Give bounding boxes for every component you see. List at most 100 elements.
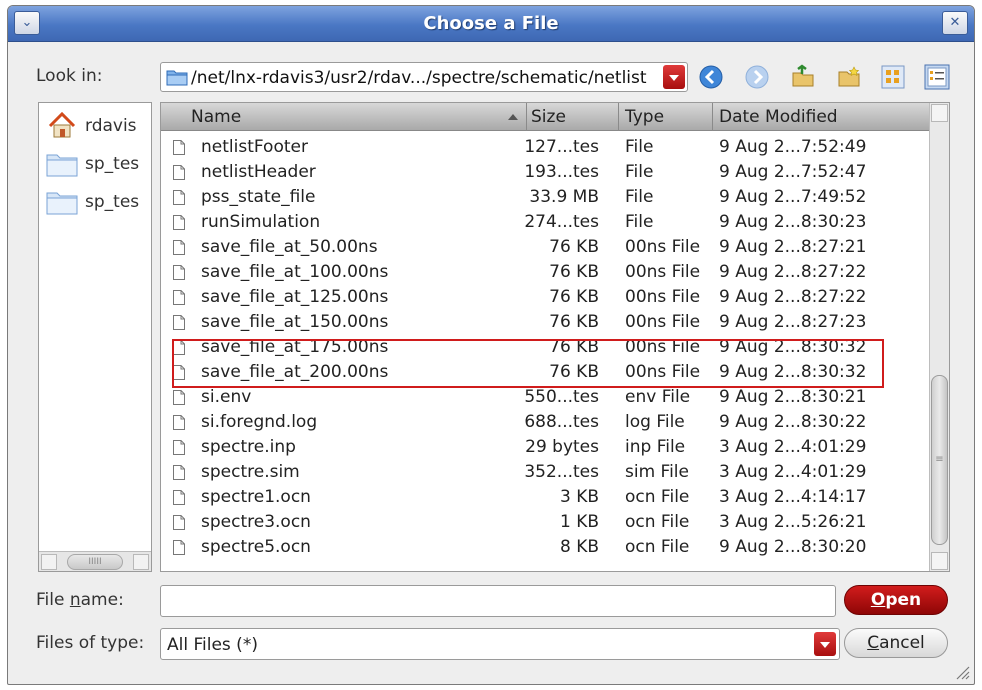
file-row[interactable]: runSimulation 274...tes File 9 Aug 2...8:30… <box>161 210 931 235</box>
files-of-type-dropdown-arrow-icon[interactable] <box>814 632 836 656</box>
file-date-modified: 9 Aug 2...7:49:52 <box>719 187 867 207</box>
file-list-vertical-scrollbar[interactable]: ≡ <box>929 103 949 571</box>
back-icon[interactable] <box>698 64 724 90</box>
column-label: Date Modified <box>719 107 838 127</box>
file-row[interactable]: pss_state_file 33.9 MB File 9 Aug 2...7:49:… <box>161 185 931 210</box>
files-of-type-value: All Files (*) <box>167 635 258 655</box>
look-in-dropdown-arrow-icon[interactable] <box>663 65 685 89</box>
places-horizontal-scrollbar[interactable]: IIIII <box>39 551 151 571</box>
file-row[interactable]: spectre3.ocn 1 KB ocn File 3 Aug 2...5:26:2… <box>161 510 931 535</box>
open-button[interactable]: Open <box>844 585 948 615</box>
document-icon <box>173 365 185 380</box>
accelerator-key: C <box>867 633 880 653</box>
look-in-combobox[interactable]: /net/lnx-rdavis3/usr2/rdav.../spectre/sc… <box>160 62 688 92</box>
file-row[interactable]: save_file_at_200.00ns 76 KB 00ns File 9 Aug… <box>161 360 931 385</box>
resize-grip-icon[interactable] <box>954 664 970 680</box>
file-size: 76 KB <box>549 312 599 332</box>
accelerator-key: O <box>870 590 886 610</box>
column-header-size[interactable]: Size <box>527 103 619 131</box>
forward-icon[interactable] <box>744 64 770 90</box>
new-folder-icon[interactable] <box>836 64 862 90</box>
file-row[interactable]: save_file_at_50.00ns 76 KB 00ns File 9 Aug … <box>161 235 931 260</box>
file-date-modified: 9 Aug 2...8:27:23 <box>719 312 867 332</box>
scroll-thumb[interactable]: ≡ <box>931 375 948 545</box>
file-size: 274...tes <box>524 212 599 232</box>
cancel-button[interactable]: Cancel <box>844 628 948 658</box>
file-name-input[interactable] <box>160 585 836 617</box>
places-sidebar[interactable]: rdavis sp_tes sp_tes IIIII <box>38 102 152 572</box>
file-size: 76 KB <box>549 362 599 382</box>
document-icon <box>173 315 185 330</box>
file-row[interactable]: spectre5.ocn 8 KB ocn File 9 Aug 2...8:30:2… <box>161 535 931 560</box>
dialog-title: Choose a File <box>423 13 559 34</box>
file-type: ocn File <box>625 512 690 532</box>
file-date-modified: 9 Aug 2...7:52:47 <box>719 162 867 182</box>
file-row[interactable]: save_file_at_125.00ns 76 KB 00ns File 9 Aug… <box>161 285 931 310</box>
document-icon <box>173 515 185 530</box>
file-row[interactable]: netlistHeader 193...tes File 9 Aug 2...7:52… <box>161 160 931 185</box>
detail-view-icon[interactable] <box>924 64 950 90</box>
folder-icon <box>46 192 78 215</box>
file-size: 3 KB <box>559 487 599 507</box>
title-bar[interactable]: ⌄ Choose a File ✕ <box>8 6 974 42</box>
place-label: rdavis <box>85 116 137 136</box>
scroll-thumb[interactable]: IIIII <box>67 554 123 570</box>
file-name: save_file_at_175.00ns <box>201 337 389 357</box>
file-name: netlistHeader <box>201 162 316 182</box>
file-size: 8 KB <box>559 537 599 557</box>
document-icon <box>173 340 185 355</box>
close-button[interactable]: ✕ <box>942 11 968 35</box>
file-date-modified: 9 Aug 2...8:30:32 <box>719 362 867 382</box>
file-name: save_file_at_150.00ns <box>201 312 389 332</box>
folder-icon <box>46 154 78 177</box>
document-icon <box>173 490 185 505</box>
accelerator-key: n <box>69 590 81 610</box>
file-date-modified: 9 Aug 2...8:27:21 <box>719 237 867 257</box>
file-name-label: File name: <box>36 590 124 610</box>
file-date-modified: 9 Aug 2...8:30:23 <box>719 212 867 232</box>
file-size: 193...tes <box>524 162 599 182</box>
folder-icon <box>166 70 188 86</box>
file-date-modified: 9 Aug 2...8:27:22 <box>719 287 867 307</box>
parent-folder-icon[interactable] <box>790 64 816 90</box>
document-icon <box>173 390 185 405</box>
files-of-type-label: Files of type: <box>36 633 145 653</box>
column-header-type[interactable]: Type <box>619 103 713 131</box>
file-type: File <box>625 187 654 207</box>
button-label: ancel <box>879 633 925 653</box>
file-type: inp File <box>625 437 686 457</box>
scroll-down-icon[interactable] <box>931 552 948 570</box>
file-row[interactable]: si.env 550...tes env File 9 Aug 2...8:30:21 <box>161 385 931 410</box>
file-type: 00ns File <box>625 312 701 332</box>
file-row[interactable]: save_file_at_150.00ns 76 KB 00ns File 9 Aug… <box>161 310 931 335</box>
scroll-up-icon[interactable] <box>931 104 948 122</box>
file-name: save_file_at_50.00ns <box>201 237 378 257</box>
file-name: spectre.sim <box>201 462 300 482</box>
file-list[interactable]: Name Size Type Date Modified netlistFoot… <box>160 102 950 572</box>
scroll-right-icon[interactable] <box>133 554 149 570</box>
file-type: 00ns File <box>625 287 701 307</box>
icon-view-icon[interactable] <box>880 64 906 90</box>
file-size: 352...tes <box>524 462 599 482</box>
file-chooser-dialog: ⌄ Choose a File ✕ Look in: /net/lnx-rdav… <box>7 5 975 685</box>
file-size: 1 KB <box>559 512 599 532</box>
file-name: spectre.inp <box>201 437 296 457</box>
file-row[interactable]: spectre.inp 29 bytes inp File 3 Aug 2...4:0… <box>161 435 931 460</box>
file-date-modified: 9 Aug 2...8:30:22 <box>719 412 867 432</box>
file-row[interactable]: si.foregnd.log 688...tes log File 9 Aug 2..… <box>161 410 931 435</box>
files-of-type-combobox[interactable]: All Files (*) <box>160 628 840 660</box>
document-icon <box>173 265 185 280</box>
file-name: si.foregnd.log <box>201 412 318 432</box>
file-row[interactable]: spectre.sim 352...tes sim File 3 Aug 2...4:… <box>161 460 931 485</box>
file-size: 688...tes <box>524 412 599 432</box>
file-size: 76 KB <box>549 337 599 357</box>
scroll-left-icon[interactable] <box>41 554 57 570</box>
column-header-name[interactable]: Name <box>161 103 527 131</box>
column-header-date-modified[interactable]: Date Modified <box>713 103 931 131</box>
file-row[interactable]: netlistFooter 127...tes File 9 Aug 2...7:52… <box>161 135 931 160</box>
label-text: File <box>36 590 70 610</box>
file-row[interactable]: save_file_at_175.00ns 76 KB 00ns File 9 Aug… <box>161 335 931 360</box>
file-date-modified: 3 Aug 2...4:01:29 <box>719 437 867 457</box>
file-row[interactable]: spectre1.ocn 3 KB ocn File 3 Aug 2...4:14:1… <box>161 485 931 510</box>
file-row[interactable]: save_file_at_100.00ns 76 KB 00ns File 9 Aug… <box>161 260 931 285</box>
